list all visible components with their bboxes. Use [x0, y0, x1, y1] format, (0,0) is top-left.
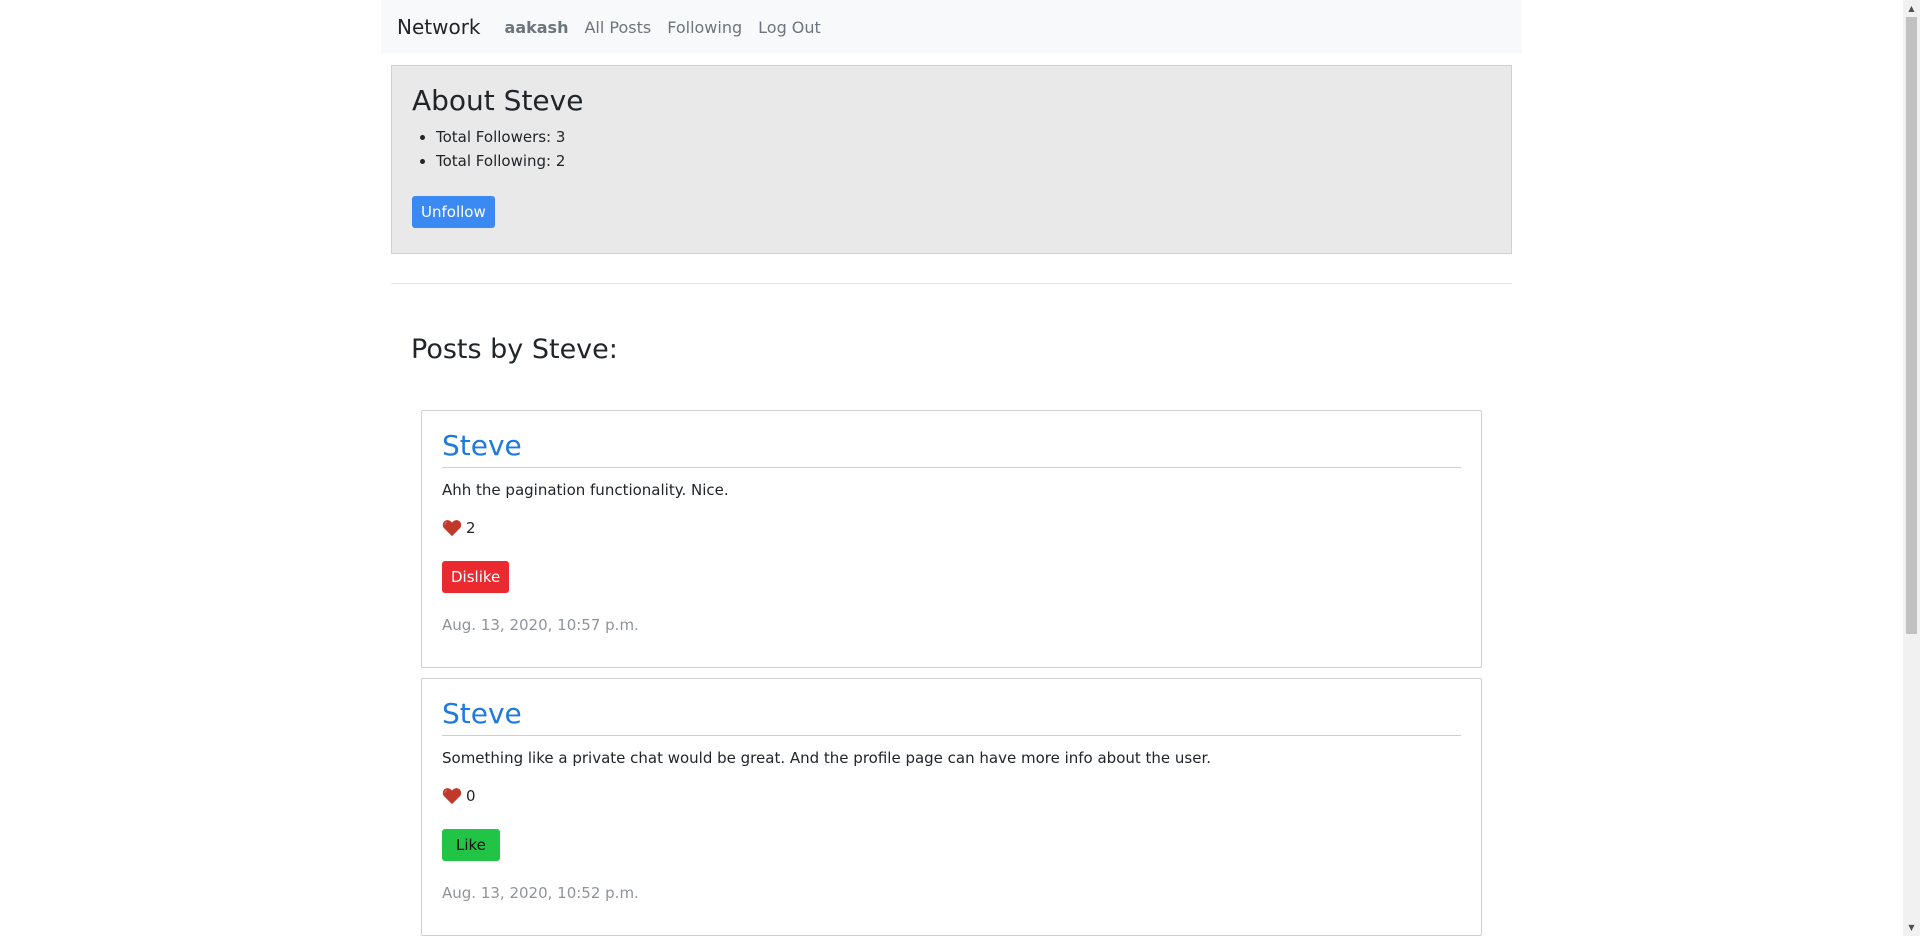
nav-user-link[interactable]: aakash: [505, 18, 569, 37]
post-author-link[interactable]: Steve: [442, 429, 1461, 468]
followers-count: Total Followers: 3: [436, 125, 1491, 149]
profile-stats: Total Followers: 3 Total Following: 2: [412, 125, 1491, 173]
brand-link[interactable]: Network: [397, 15, 481, 39]
dislike-button[interactable]: Dislike: [442, 560, 510, 593]
like-count-value: 2: [466, 518, 476, 537]
profile-title: About Steve: [412, 84, 584, 117]
post-card: Steve Something like a private chat woul…: [421, 678, 1482, 936]
nav-log-out[interactable]: Log Out: [758, 18, 821, 37]
scrollbar-thumb[interactable]: [1906, 17, 1917, 634]
profile-panel: About Steve Total Followers: 3 Total Fol…: [391, 65, 1512, 254]
posts-heading: Posts by Steve:: [411, 334, 618, 365]
like-count: 2: [442, 519, 1461, 537]
nav-following[interactable]: Following: [667, 18, 742, 37]
post-timestamp: Aug. 13, 2020, 10:52 p.m.: [442, 883, 639, 902]
like-count: 0: [442, 787, 1461, 805]
scroll-down-icon[interactable]: ▼: [1903, 919, 1920, 936]
heart-icon: [442, 787, 462, 804]
post-timestamp: Aug. 13, 2020, 10:57 p.m.: [442, 615, 639, 634]
nav-all-posts[interactable]: All Posts: [584, 18, 651, 37]
heart-icon: [442, 519, 462, 536]
like-count-value: 0: [466, 786, 476, 805]
scroll-up-icon[interactable]: ▲: [1903, 0, 1920, 17]
like-button[interactable]: Like: [442, 828, 500, 861]
section-divider: [391, 283, 1512, 284]
post-author-link[interactable]: Steve: [442, 697, 1461, 736]
vertical-scrollbar[interactable]: ▲ ▼: [1903, 0, 1920, 936]
unfollow-button[interactable]: Unfollow: [412, 195, 495, 228]
post-content: Something like a private chat would be g…: [442, 748, 1212, 767]
post-content: Ahh the pagination functionality. Nice.: [442, 480, 729, 499]
following-count: Total Following: 2: [436, 149, 1491, 173]
post-card: Steve Ahh the pagination functionality. …: [421, 410, 1482, 668]
navbar: Network aakash All Posts Following Log O…: [381, 0, 1522, 54]
